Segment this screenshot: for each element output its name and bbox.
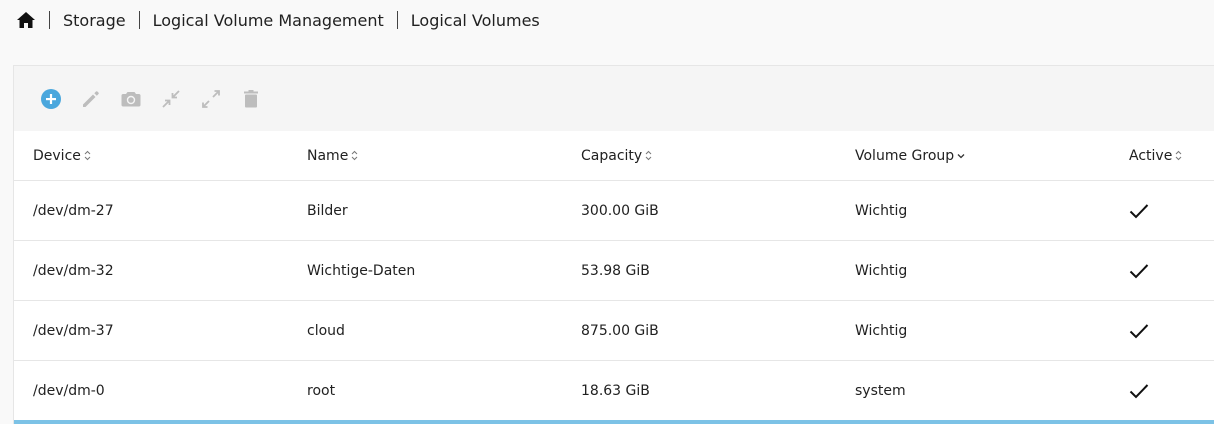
column-header-device[interactable]: Device — [33, 131, 91, 180]
checkmark-icon — [1129, 241, 1149, 300]
grow-button[interactable] — [200, 88, 222, 110]
cell-device: /dev/dm-0 — [33, 382, 105, 399]
logical-volumes-panel: Device Name Capacity Volume Group Active… — [13, 65, 1214, 424]
sort-unsorted-icon — [351, 150, 358, 161]
add-button[interactable] — [40, 88, 62, 110]
cell-device: /dev/dm-37 — [33, 322, 114, 339]
cell-volume-group: system — [855, 382, 906, 399]
cell-device: /dev/dm-27 — [33, 202, 114, 219]
add-circle-icon — [41, 88, 61, 109]
column-header-label: Name — [307, 147, 349, 164]
delete-button[interactable] — [240, 88, 262, 110]
breadcrumb-separator — [138, 11, 140, 29]
selection-indicator — [14, 420, 1214, 424]
sort-descending-icon — [957, 150, 965, 161]
cell-device: /dev/dm-32 — [33, 262, 114, 279]
cell-name: Bilder — [307, 202, 348, 219]
breadcrumb-storage[interactable]: Storage — [63, 11, 126, 30]
column-header-label: Device — [33, 147, 81, 164]
cell-capacity: 18.63 GiB — [581, 382, 650, 399]
checkmark-icon — [1129, 181, 1149, 240]
shrink-icon — [162, 89, 180, 108]
cell-name: root — [307, 382, 336, 399]
table-row[interactable]: /dev/dm-0 root 18.63 GiB system — [14, 361, 1214, 420]
sort-unsorted-icon — [645, 150, 652, 161]
column-header-name[interactable]: Name — [307, 131, 358, 180]
checkmark-icon — [1129, 361, 1149, 420]
column-header-capacity[interactable]: Capacity — [581, 131, 652, 180]
table-header: Device Name Capacity Volume Group Active — [14, 131, 1214, 181]
breadcrumb-logical-volumes: Logical Volumes — [410, 10, 540, 30]
pencil-icon — [83, 90, 99, 107]
column-header-active[interactable]: Active — [1129, 131, 1182, 180]
cell-volume-group: Wichtig — [855, 322, 908, 339]
snapshot-button[interactable] — [120, 88, 142, 110]
cell-capacity: 875.00 GiB — [581, 322, 659, 339]
sort-unsorted-icon — [84, 150, 91, 161]
trash-icon — [244, 89, 258, 107]
cell-volume-group: Wichtig — [855, 202, 908, 219]
camera-icon — [121, 91, 141, 106]
sort-unsorted-icon — [1175, 150, 1182, 161]
column-header-label: Capacity — [581, 147, 643, 164]
toolbar — [14, 66, 1214, 131]
expand-icon — [202, 89, 220, 108]
column-header-label: Active — [1129, 147, 1173, 164]
checkmark-icon — [1129, 301, 1149, 360]
cell-capacity: 53.98 GiB — [581, 262, 650, 279]
table-row[interactable]: /dev/dm-37 cloud 875.00 GiB Wichtig — [14, 301, 1214, 361]
column-header-volume-group[interactable]: Volume Group — [855, 131, 965, 180]
breadcrumb-logical-volume-management[interactable]: Logical Volume Management — [153, 11, 384, 30]
edit-button[interactable] — [80, 88, 102, 110]
breadcrumb-separator — [396, 11, 398, 29]
table-row[interactable]: /dev/dm-27 Bilder 300.00 GiB Wichtig — [14, 181, 1214, 241]
home-icon[interactable] — [16, 10, 36, 30]
table-row[interactable]: /dev/dm-32 Wichtige-Daten 53.98 GiB Wich… — [14, 241, 1214, 301]
cell-capacity: 300.00 GiB — [581, 202, 659, 219]
column-header-label: Volume Group — [855, 147, 955, 164]
volumes-table: Device Name Capacity Volume Group Active… — [14, 131, 1214, 420]
cell-volume-group: Wichtig — [855, 262, 908, 279]
shrink-button[interactable] — [160, 88, 182, 110]
cell-name: Wichtige-Daten — [307, 262, 416, 279]
cell-name: cloud — [307, 322, 345, 339]
breadcrumb: Storage Logical Volume Management Logica… — [16, 8, 540, 32]
breadcrumb-separator — [49, 11, 50, 29]
